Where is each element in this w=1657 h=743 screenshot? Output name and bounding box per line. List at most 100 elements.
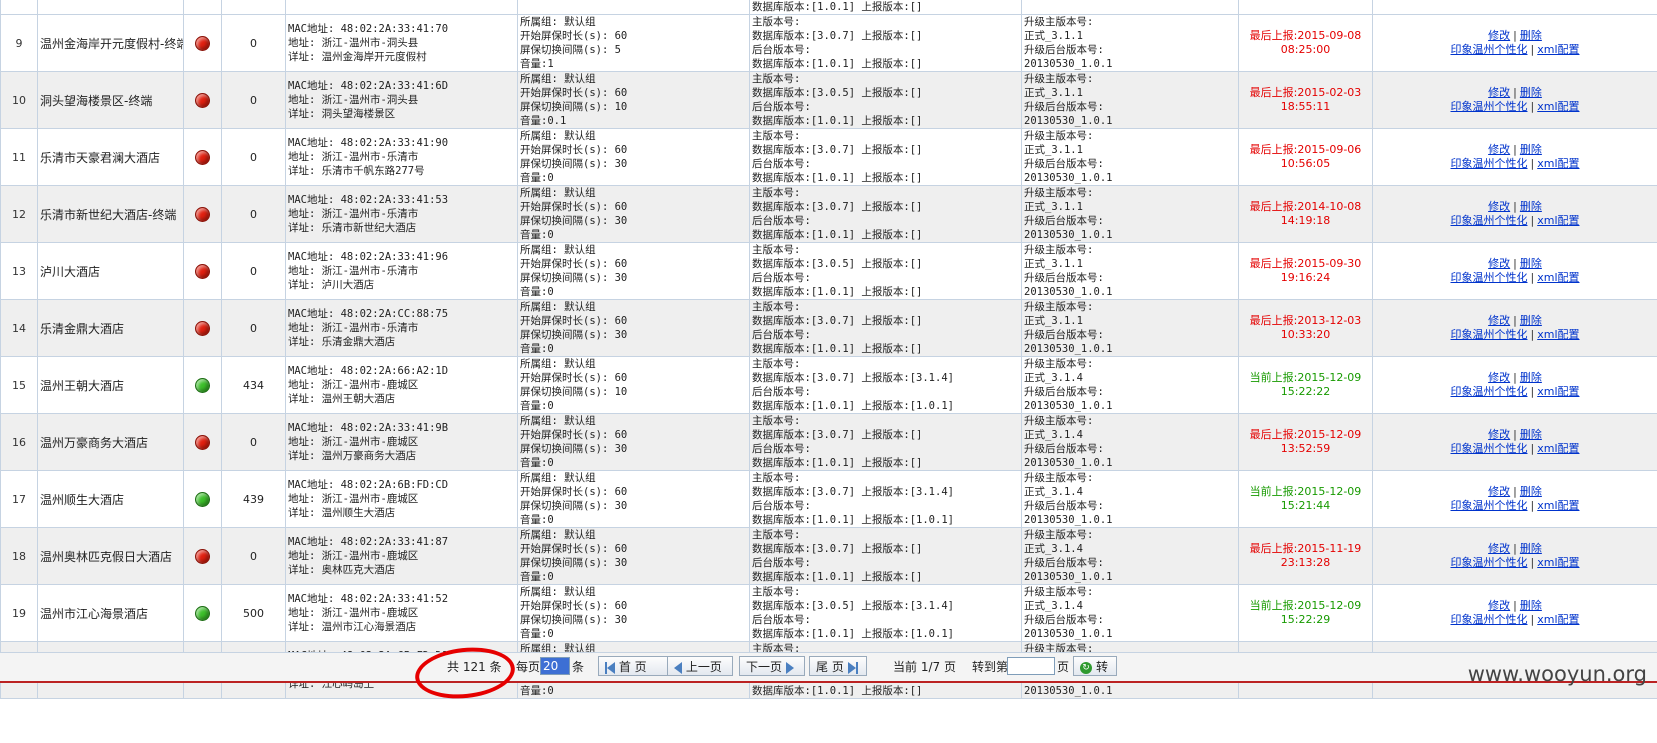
detail-address: 详址: 温州顺生大酒店	[288, 507, 396, 519]
report-time: 当前上报:2015-12-09 15:22:29	[1238, 584, 1373, 642]
edit-link[interactable]: 修改	[1488, 485, 1510, 498]
terminal-table: 数据库版本:[1.0.1] 上报版本:[] 9 温州金海岸开元度假村-终端 0 MAC…	[0, 0, 1657, 699]
delete-link[interactable]: 删除	[1520, 29, 1542, 42]
personalize-link[interactable]: 印象温州个性化	[1451, 385, 1528, 398]
actions-cell: 修改|删除印象温州个性化|xml配置	[1372, 527, 1657, 585]
main-version: 主版本号:	[752, 16, 801, 28]
edit-link[interactable]: 修改	[1488, 143, 1510, 156]
volume: 音量:0	[520, 628, 554, 640]
upgrade-main-label: 升级主版本号:	[1024, 301, 1094, 313]
switch-interval: 屏保切换间隔(s): 30	[520, 158, 628, 170]
edit-link[interactable]: 修改	[1488, 86, 1510, 99]
personalize-link[interactable]: 印象温州个性化	[1451, 100, 1528, 113]
last-page-label: 尾 页	[816, 660, 844, 674]
xml-config-link[interactable]: xml配置	[1537, 385, 1579, 398]
personalize-link[interactable]: 印象温州个性化	[1451, 157, 1528, 170]
delete-link[interactable]: 删除	[1520, 257, 1542, 270]
backend-version: 后台版本号:	[752, 101, 811, 113]
delete-link[interactable]: 删除	[1520, 200, 1542, 213]
personalize-link[interactable]: 印象温州个性化	[1451, 442, 1528, 455]
edit-link[interactable]: 修改	[1488, 371, 1510, 384]
personalize-link[interactable]: 印象温州个性化	[1451, 214, 1528, 227]
xml-config-link[interactable]: xml配置	[1537, 271, 1579, 284]
start-duration: 开始屏保时长(s): 60	[520, 486, 628, 498]
delete-link[interactable]: 删除	[1520, 143, 1542, 156]
status-cell	[183, 299, 222, 357]
xml-config-link[interactable]: xml配置	[1537, 442, 1579, 455]
backend-version: 后台版本号:	[752, 557, 811, 569]
group: 所属组: 默认组	[520, 301, 596, 313]
terminal-name: 泸川大酒店	[37, 242, 184, 300]
device-info: MAC地址: 48:02:2A:33:41:52 地址: 浙江-温州市-鹿城区 详址…	[285, 584, 518, 642]
per-page-input[interactable]	[540, 657, 570, 675]
delete-link[interactable]: 删除	[1520, 314, 1542, 327]
delete-link[interactable]: 删除	[1520, 485, 1542, 498]
report-time: 最后上报:2014-10-08 14:19:18	[1238, 185, 1373, 243]
db-version-2: 数据库版本:[1.0.1] 上报版本:[]	[752, 115, 923, 127]
row-number: 13	[0, 242, 38, 300]
table-row: 10 洞头望海楼景区-终端 0 MAC地址: 48:02:2A:33:41:6D 地址:…	[0, 71, 1657, 129]
xml-config-link[interactable]: xml配置	[1537, 556, 1579, 569]
delete-link[interactable]: 删除	[1520, 86, 1542, 99]
edit-link[interactable]: 修改	[1488, 257, 1510, 270]
personalize-link[interactable]: 印象温州个性化	[1451, 613, 1528, 626]
xml-config-link[interactable]: xml配置	[1537, 43, 1579, 56]
status-red-icon	[195, 320, 210, 336]
personalize-link[interactable]: 印象温州个性化	[1451, 43, 1528, 56]
report-time: 最后上报:2015-11-19 23:13:28	[1238, 527, 1373, 585]
report-clock: 23:13:28	[1280, 556, 1331, 569]
detail-address: 详址: 泸川大酒店	[288, 279, 375, 291]
delete-link[interactable]: 删除	[1520, 599, 1542, 612]
table-row: 11 乐清市天豪君澜大酒店 0 MAC地址: 48:02:2A:33:41:90 地址:…	[0, 128, 1657, 186]
delete-link[interactable]: 删除	[1520, 542, 1542, 555]
goto-page-input[interactable]	[1007, 657, 1055, 675]
xml-config-link[interactable]: xml配置	[1537, 613, 1579, 626]
xml-config-link[interactable]: xml配置	[1537, 157, 1579, 170]
edit-link[interactable]: 修改	[1488, 542, 1510, 555]
report-label: 当前上报:2015-12-09	[1249, 371, 1362, 384]
next-page-button[interactable]: 下一页	[739, 656, 805, 676]
personalize-link[interactable]: 印象温州个性化	[1451, 271, 1528, 284]
play-count: 434	[221, 356, 286, 414]
personalize-link[interactable]: 印象温州个性化	[1451, 556, 1528, 569]
status-cell	[183, 14, 222, 72]
xml-config-link[interactable]: xml配置	[1537, 100, 1579, 113]
db-version: 数据库版本:[3.0.7] 上报版本:[]	[752, 429, 923, 441]
partial-db-version: 数据库版本:[1.0.1] 上报版本:[]	[749, 0, 1022, 15]
row-number: 17	[0, 470, 38, 528]
edit-link[interactable]: 修改	[1488, 599, 1510, 612]
xml-config-link[interactable]: xml配置	[1537, 214, 1579, 227]
upgrade-backend-value: 20130530_1.0.1	[1024, 343, 1113, 355]
detail-address: 详址: 温州金海岸开元度假村	[288, 51, 427, 63]
edit-link[interactable]: 修改	[1488, 29, 1510, 42]
upgrade-backend-label: 升级后台版本号:	[1024, 329, 1104, 341]
xml-config-link[interactable]: xml配置	[1537, 328, 1579, 341]
edit-link[interactable]: 修改	[1488, 428, 1510, 441]
db-version-2: 数据库版本:[1.0.1] 上报版本:[1.0.1]	[752, 514, 954, 526]
report-label: 最后上报:2015-11-19	[1249, 542, 1362, 555]
version-info: 主版本号: 数据库版本:[3.0.7] 上报版本:[] 后台版本号: 数据库版本:[1…	[749, 14, 1022, 72]
xml-config-link[interactable]: xml配置	[1537, 499, 1579, 512]
volume: 音量:0	[520, 172, 554, 184]
upgrade-info: 升级主版本号: 正式_3.1.1 升级后台版本号: 20130530_1.0.1	[1021, 185, 1239, 243]
switch-interval: 屏保切换间隔(s): 30	[520, 557, 628, 569]
row-number: 16	[0, 413, 38, 471]
prev-page-button[interactable]: 上一页	[667, 656, 733, 676]
db-version-2: 数据库版本:[1.0.1] 上报版本:[]	[752, 229, 923, 241]
main-version: 主版本号:	[752, 586, 801, 598]
delete-link[interactable]: 删除	[1520, 371, 1542, 384]
last-page-button[interactable]: 尾 页	[809, 656, 867, 676]
screensaver-config: 所属组: 默认组开始屏保时长(s): 60 屏保切换间隔(s): 30 音量:0	[517, 185, 750, 243]
upgrade-backend-value: 20130530_1.0.1	[1024, 400, 1113, 412]
terminal-name: 乐清市天豪君澜大酒店	[37, 128, 184, 186]
go-button[interactable]: ↻ 转	[1073, 656, 1117, 676]
upgrade-main-value: 正式_3.1.1	[1024, 87, 1083, 99]
personalize-link[interactable]: 印象温州个性化	[1451, 328, 1528, 341]
detail-address: 详址: 乐清金鼎大酒店	[288, 336, 396, 348]
delete-link[interactable]: 删除	[1520, 428, 1542, 441]
edit-link[interactable]: 修改	[1488, 314, 1510, 327]
edit-link[interactable]: 修改	[1488, 200, 1510, 213]
report-time: 当前上报:2015-12-09 15:22:22	[1238, 356, 1373, 414]
personalize-link[interactable]: 印象温州个性化	[1451, 499, 1528, 512]
volume: 音量:0	[520, 571, 554, 583]
